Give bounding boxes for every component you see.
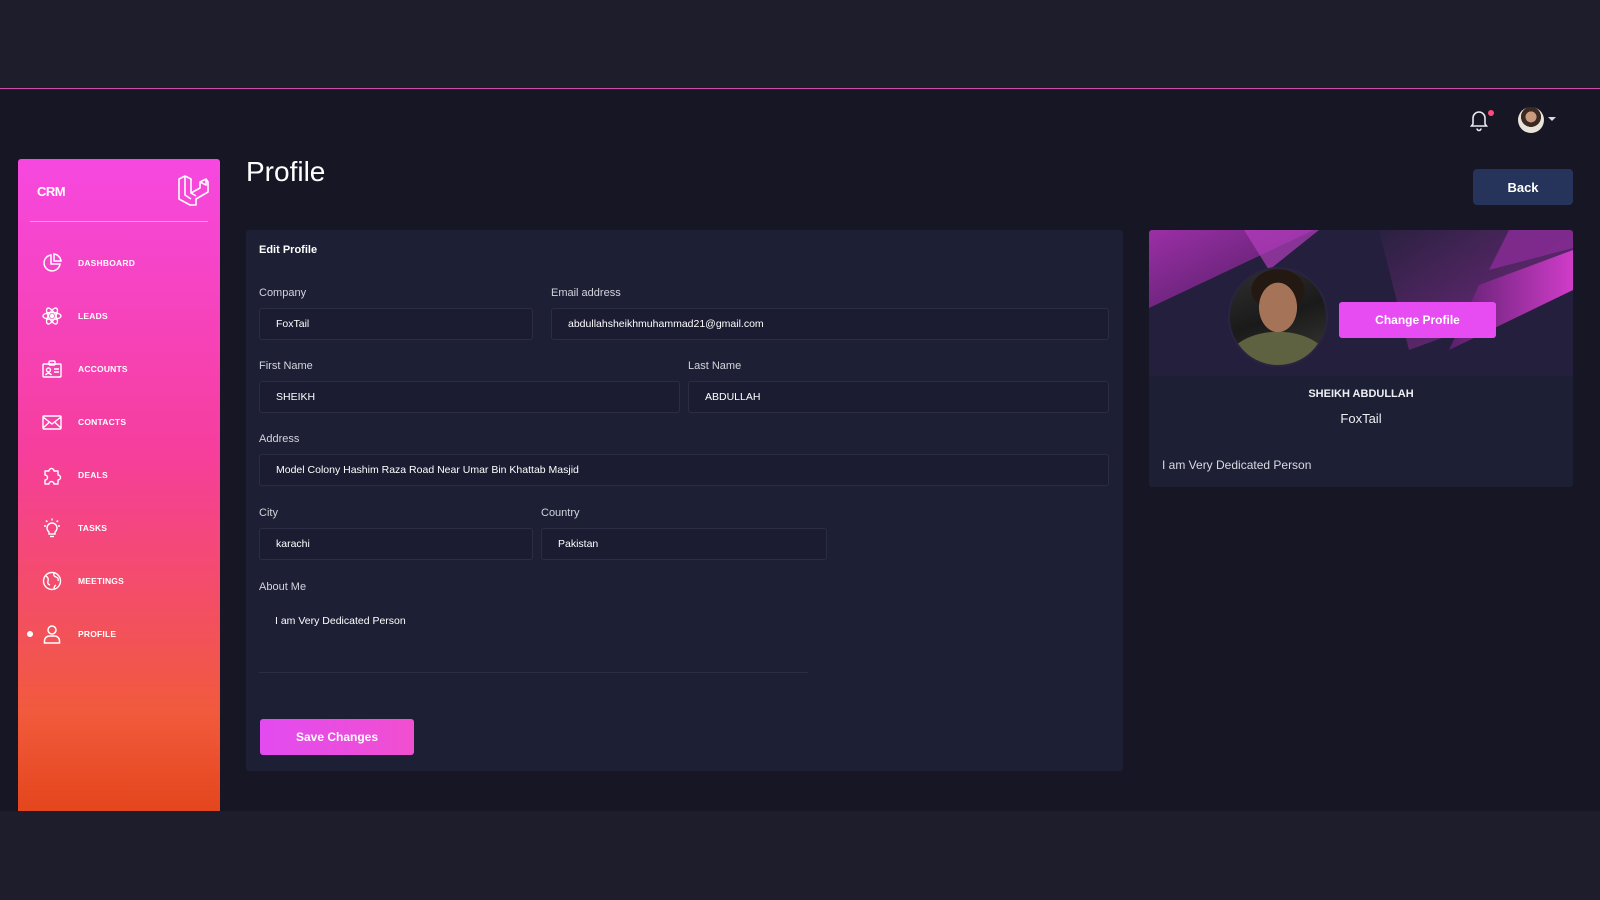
profile-company: FoxTail bbox=[1340, 411, 1382, 426]
address-field[interactable] bbox=[259, 454, 1109, 486]
laravel-logo-icon bbox=[178, 175, 209, 206]
save-changes-button[interactable]: Save Changes bbox=[260, 719, 414, 755]
chevron-down-icon[interactable] bbox=[1548, 117, 1556, 121]
sidebar-item-label: TASKS bbox=[78, 523, 108, 533]
profile-photo bbox=[1228, 267, 1328, 367]
id-card-icon bbox=[42, 360, 62, 378]
country-field[interactable] bbox=[541, 528, 827, 560]
email-label: Email address bbox=[551, 287, 621, 299]
sidebar-item-contacts[interactable]: CONTACTS bbox=[18, 405, 220, 439]
first-name-label: First Name bbox=[259, 360, 313, 372]
active-indicator bbox=[27, 631, 33, 637]
edit-profile-card: Edit Profile Company Email address First… bbox=[246, 230, 1123, 771]
city-label: City bbox=[259, 507, 278, 519]
city-field[interactable] bbox=[259, 528, 533, 560]
back-button[interactable]: Back bbox=[1473, 169, 1573, 205]
atom-icon bbox=[42, 307, 62, 325]
sidebar-divider bbox=[30, 221, 208, 222]
company-label: Company bbox=[259, 287, 307, 299]
globe-icon bbox=[42, 571, 62, 591]
email-field[interactable] bbox=[551, 308, 1109, 340]
profile-about: I am Very Dedicated Person bbox=[1162, 458, 1312, 472]
sidebar-item-leads[interactable]: LEADS bbox=[18, 299, 220, 333]
company-field[interactable] bbox=[259, 308, 533, 340]
sidebar-item-deals[interactable]: DEALS bbox=[18, 458, 220, 492]
last-name-field[interactable] bbox=[688, 381, 1109, 413]
user-icon bbox=[43, 625, 61, 644]
sidebar-item-label: ACCOUNTS bbox=[78, 364, 128, 374]
address-label: Address bbox=[259, 433, 300, 445]
sidebar-item-accounts[interactable]: ACCOUNTS bbox=[18, 352, 220, 386]
pie-chart-icon bbox=[43, 253, 62, 272]
last-name-label: Last Name bbox=[688, 360, 742, 372]
profile-summary-card: Change Profile SHEIKH ABDULLAH FoxTail I… bbox=[1149, 230, 1573, 487]
profile-name: SHEIKH ABDULLAH bbox=[1308, 388, 1414, 400]
sidebar-item-meetings[interactable]: MEETINGS bbox=[18, 564, 220, 598]
sidebar-item-profile[interactable]: PROFILE bbox=[18, 617, 220, 651]
sidebar-item-label: CONTACTS bbox=[78, 417, 127, 427]
sidebar: CRM DASHBOARD LEADS ACCOUNTS CONTACTS DE… bbox=[18, 159, 220, 811]
lightbulb-icon bbox=[44, 518, 60, 538]
bottom-strip bbox=[0, 811, 1600, 900]
sidebar-item-label: LEADS bbox=[78, 311, 108, 321]
page-title: Profile bbox=[246, 156, 326, 187]
sidebar-item-dashboard[interactable]: DASHBOARD bbox=[18, 246, 220, 280]
country-label: Country bbox=[541, 507, 580, 519]
sidebar-item-label: DEALS bbox=[78, 470, 108, 480]
puzzle-icon bbox=[44, 467, 62, 485]
brand-name: CRM bbox=[37, 184, 66, 199]
change-profile-button[interactable]: Change Profile bbox=[1339, 302, 1496, 338]
about-me-textarea[interactable]: I am Very Dedicated Person bbox=[259, 605, 808, 673]
sidebar-item-tasks[interactable]: TASKS bbox=[18, 511, 220, 545]
sidebar-item-label: PROFILE bbox=[78, 629, 117, 639]
card-title: Edit Profile bbox=[259, 244, 318, 256]
envelope-icon bbox=[42, 415, 62, 430]
top-strip bbox=[0, 0, 1600, 89]
about-me-label: About Me bbox=[259, 581, 307, 593]
sidebar-item-label: DASHBOARD bbox=[78, 258, 136, 268]
notification-badge bbox=[1488, 110, 1494, 116]
sidebar-item-label: MEETINGS bbox=[78, 576, 124, 586]
first-name-field[interactable] bbox=[259, 381, 680, 413]
user-avatar[interactable] bbox=[1518, 107, 1544, 133]
